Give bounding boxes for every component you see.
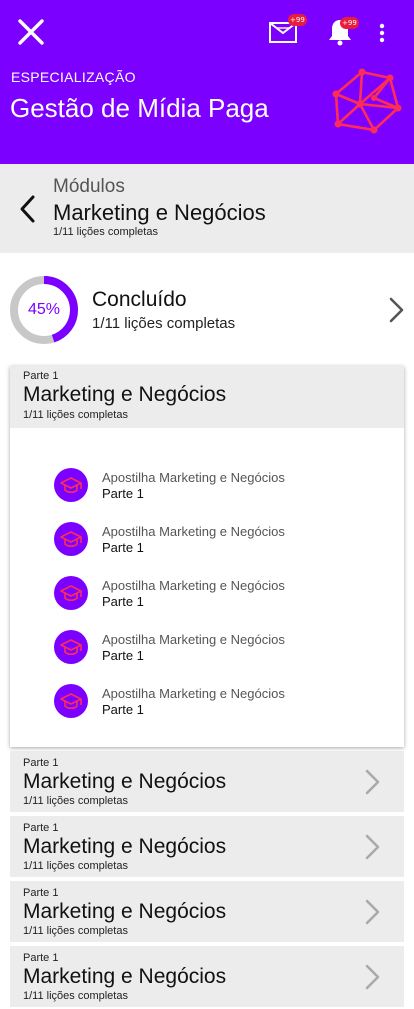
module-title: Marketing e Negócios xyxy=(53,200,266,225)
lesson-part: Parte 1 xyxy=(102,486,144,501)
chevron-right-icon xyxy=(365,769,380,795)
graduation-cap-icon xyxy=(60,639,82,656)
collapsed-section[interactable]: Parte 1 Marketing e Negócios 1/11 lições… xyxy=(10,751,404,812)
progress-subtitle: 1/11 lições completas xyxy=(92,315,236,332)
chevron-right-icon xyxy=(389,297,404,323)
messages-badge: +99 xyxy=(288,14,307,26)
lesson-part: Parte 1 xyxy=(102,540,144,555)
chevron-right-icon xyxy=(365,899,380,925)
section-part: Parte 1 xyxy=(23,757,59,769)
lesson-icon-badge xyxy=(54,468,88,502)
lesson-title: Apostilha Marketing e Negócios xyxy=(102,578,285,593)
section-title: Marketing e Negócios xyxy=(23,965,227,988)
course-type: ESPECIALIZAÇÃO xyxy=(11,69,136,85)
chevron-left-icon xyxy=(20,195,35,223)
graduation-cap-icon xyxy=(60,585,82,602)
lesson-item[interactable]: Apostilha Marketing e Negócios Parte 1 xyxy=(54,682,354,722)
lesson-title: Apostilha Marketing e Negócios xyxy=(102,686,285,701)
notifications-badge: +99 xyxy=(340,17,359,29)
section-subtitle: 1/11 lições completas xyxy=(23,925,128,937)
section-part: Parte 1 xyxy=(23,370,59,382)
app-header: +99 +99 ESPECIALIZAÇÃO Gestão de Mídia P… xyxy=(0,0,414,164)
lesson-icon-badge xyxy=(54,630,88,664)
lesson-title: Apostilha Marketing e Negócios xyxy=(102,632,285,647)
lesson-item[interactable]: Apostilha Marketing e Negócios Parte 1 xyxy=(54,520,354,560)
notifications-button[interactable]: +99 xyxy=(326,16,359,46)
section-subtitle: 1/11 lições completas xyxy=(23,860,128,872)
messages-button[interactable]: +99 xyxy=(268,14,307,46)
lesson-item[interactable]: Apostilha Marketing e Negócios Parte 1 xyxy=(54,466,354,506)
section-subtitle: 1/11 lições completas xyxy=(23,795,128,807)
section-title: Marketing e Negócios xyxy=(23,835,227,858)
section-subtitle: 1/11 lições completas xyxy=(23,990,128,1002)
section-header[interactable]: Parte 1 Marketing e Negócios 1/11 lições… xyxy=(10,366,404,428)
progress-summary[interactable]: 45% Concluído 1/11 lições completas xyxy=(0,268,414,352)
lesson-item[interactable]: Apostilha Marketing e Negócios Parte 1 xyxy=(54,574,354,614)
section-title: Marketing e Negócios xyxy=(23,900,227,923)
collapsed-section[interactable]: Parte 1 Marketing e Negócios 1/11 lições… xyxy=(10,946,404,1007)
lesson-title: Apostilha Marketing e Negócios xyxy=(102,470,285,485)
chevron-right-icon xyxy=(365,964,380,990)
lesson-icon-badge xyxy=(54,522,88,556)
progress-percent: 45% xyxy=(27,301,61,318)
graduation-cap-icon xyxy=(60,693,82,710)
section-part: Parte 1 xyxy=(23,822,59,834)
module-kicker: Módulos xyxy=(53,176,125,197)
lesson-part: Parte 1 xyxy=(102,702,144,717)
more-options-button[interactable] xyxy=(374,20,390,46)
section-title: Marketing e Negócios xyxy=(23,770,227,793)
lesson-part: Parte 1 xyxy=(102,648,144,663)
section-part: Parte 1 xyxy=(23,887,59,899)
section-part: Parte 1 xyxy=(23,952,59,964)
graduation-cap-icon xyxy=(60,531,82,548)
close-button[interactable] xyxy=(14,15,48,49)
collapsed-section[interactable]: Parte 1 Marketing e Negócios 1/11 lições… xyxy=(10,881,404,942)
module-progress-text: 1/11 lições completas xyxy=(53,226,158,238)
module-bar: Módulos Marketing e Negócios 1/11 lições… xyxy=(0,164,414,253)
section-title: Marketing e Negócios xyxy=(23,383,227,406)
lesson-icon-badge xyxy=(54,576,88,610)
section-subtitle: 1/11 lições completas xyxy=(23,409,128,421)
more-vertical-icon xyxy=(379,23,385,43)
lesson-title: Apostilha Marketing e Negócios xyxy=(102,524,285,539)
collapsed-section[interactable]: Parte 1 Marketing e Negócios 1/11 lições… xyxy=(10,816,404,877)
chevron-right-icon xyxy=(365,834,380,860)
expanded-section: Parte 1 Marketing e Negócios 1/11 lições… xyxy=(10,366,404,747)
graduation-cap-icon xyxy=(60,477,82,494)
close-icon xyxy=(18,19,44,45)
network-icon xyxy=(332,68,402,134)
lesson-icon-badge xyxy=(54,684,88,718)
back-button[interactable] xyxy=(16,194,40,224)
progress-label: Concluído xyxy=(92,288,187,311)
course-title: Gestão de Mídia Paga xyxy=(10,93,269,123)
lesson-item[interactable]: Apostilha Marketing e Negócios Parte 1 xyxy=(54,628,354,668)
lesson-part: Parte 1 xyxy=(102,594,144,609)
